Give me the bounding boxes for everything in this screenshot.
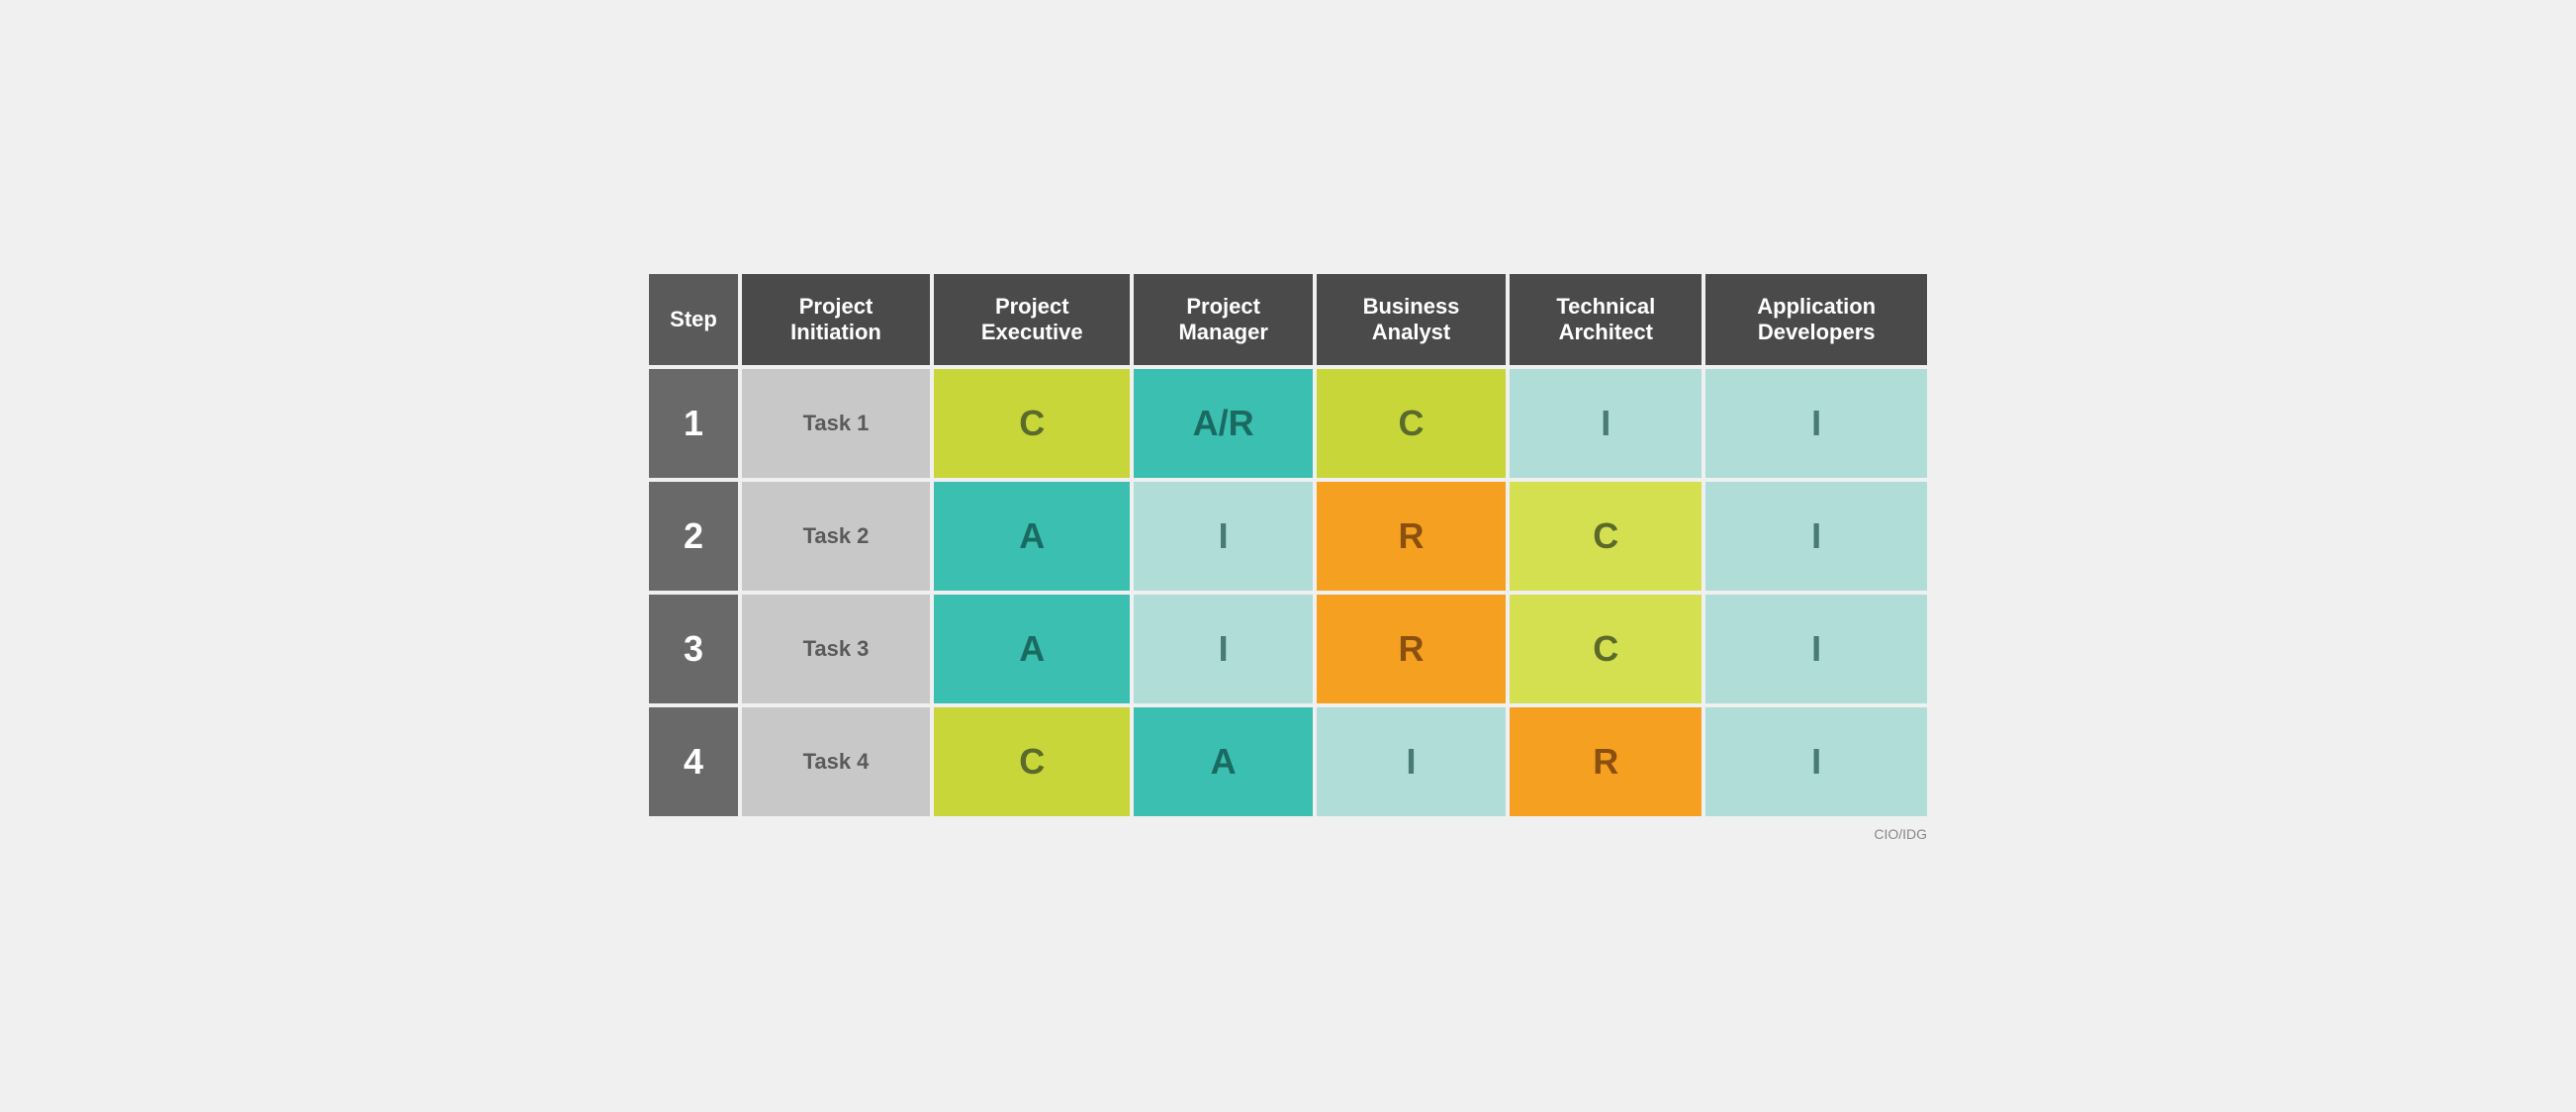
cell-value: R: [1317, 595, 1506, 703]
step-cell: 3: [649, 595, 738, 703]
page-wrapper: Step ProjectInitiation ProjectExecutive …: [625, 250, 1951, 862]
table-row: 3Task 3AIRCI: [649, 595, 1927, 703]
cell-value: I: [1134, 482, 1312, 591]
cell-value: I: [1317, 707, 1506, 816]
raci-cell: C: [934, 369, 1130, 478]
header-row: Step ProjectInitiation ProjectExecutive …: [649, 274, 1927, 365]
step-cell: 2: [649, 482, 738, 591]
cell-value: I: [1134, 595, 1312, 703]
cell-value: R: [1510, 707, 1702, 816]
watermark: CIO/IDG: [645, 826, 1931, 842]
raci-cell: I: [1317, 707, 1506, 816]
cell-value: I: [1705, 369, 1927, 478]
raci-cell: I: [1134, 595, 1312, 703]
cell-value: I: [1705, 482, 1927, 591]
raci-cell: C: [1317, 369, 1506, 478]
step-cell: 1: [649, 369, 738, 478]
raci-cell: I: [1705, 707, 1927, 816]
task-cell: Task 3: [742, 595, 930, 703]
cell-value: R: [1317, 482, 1506, 591]
raci-cell: I: [1705, 595, 1927, 703]
cell-value: C: [1510, 482, 1702, 591]
raci-cell: C: [934, 707, 1130, 816]
raci-cell: C: [1510, 482, 1702, 591]
table-row: 1Task 1CA/RCII: [649, 369, 1927, 478]
cell-value: A: [934, 482, 1130, 591]
header-project-executive: ProjectExecutive: [934, 274, 1130, 365]
header-step-label: Step: [670, 307, 717, 331]
header-project-manager: ProjectManager: [1134, 274, 1312, 365]
raci-cell: R: [1317, 482, 1506, 591]
header-application-developers: ApplicationDevelopers: [1705, 274, 1927, 365]
cell-value: I: [1510, 369, 1702, 478]
raci-cell: A: [1134, 707, 1312, 816]
cell-value: C: [1510, 595, 1702, 703]
raci-cell: A/R: [1134, 369, 1312, 478]
raci-cell: I: [1134, 482, 1312, 591]
raci-cell: I: [1510, 369, 1702, 478]
cell-value: C: [934, 707, 1130, 816]
cell-value: I: [1705, 595, 1927, 703]
table-body: 1Task 1CA/RCII2Task 2AIRCI3Task 3AIRCI4T…: [649, 369, 1927, 816]
task-cell: Task 1: [742, 369, 930, 478]
cell-value: I: [1705, 707, 1927, 816]
raci-table: Step ProjectInitiation ProjectExecutive …: [645, 270, 1931, 820]
cell-value: C: [1317, 369, 1506, 478]
raci-cell: A: [934, 595, 1130, 703]
task-cell: Task 2: [742, 482, 930, 591]
raci-cell: A: [934, 482, 1130, 591]
step-cell: 4: [649, 707, 738, 816]
header-technical-architect: TechnicalArchitect: [1510, 274, 1702, 365]
raci-cell: R: [1510, 707, 1702, 816]
task-cell: Task 4: [742, 707, 930, 816]
cell-value: A: [1134, 707, 1312, 816]
header-business-analyst: BusinessAnalyst: [1317, 274, 1506, 365]
cell-value: A/R: [1134, 369, 1312, 478]
table-row: 2Task 2AIRCI: [649, 482, 1927, 591]
header-project-initiation: ProjectInitiation: [742, 274, 930, 365]
header-step: Step: [649, 274, 738, 365]
cell-value: C: [934, 369, 1130, 478]
raci-cell: R: [1317, 595, 1506, 703]
raci-cell: C: [1510, 595, 1702, 703]
cell-value: A: [934, 595, 1130, 703]
raci-cell: I: [1705, 482, 1927, 591]
table-row: 4Task 4CAIRI: [649, 707, 1927, 816]
raci-cell: I: [1705, 369, 1927, 478]
